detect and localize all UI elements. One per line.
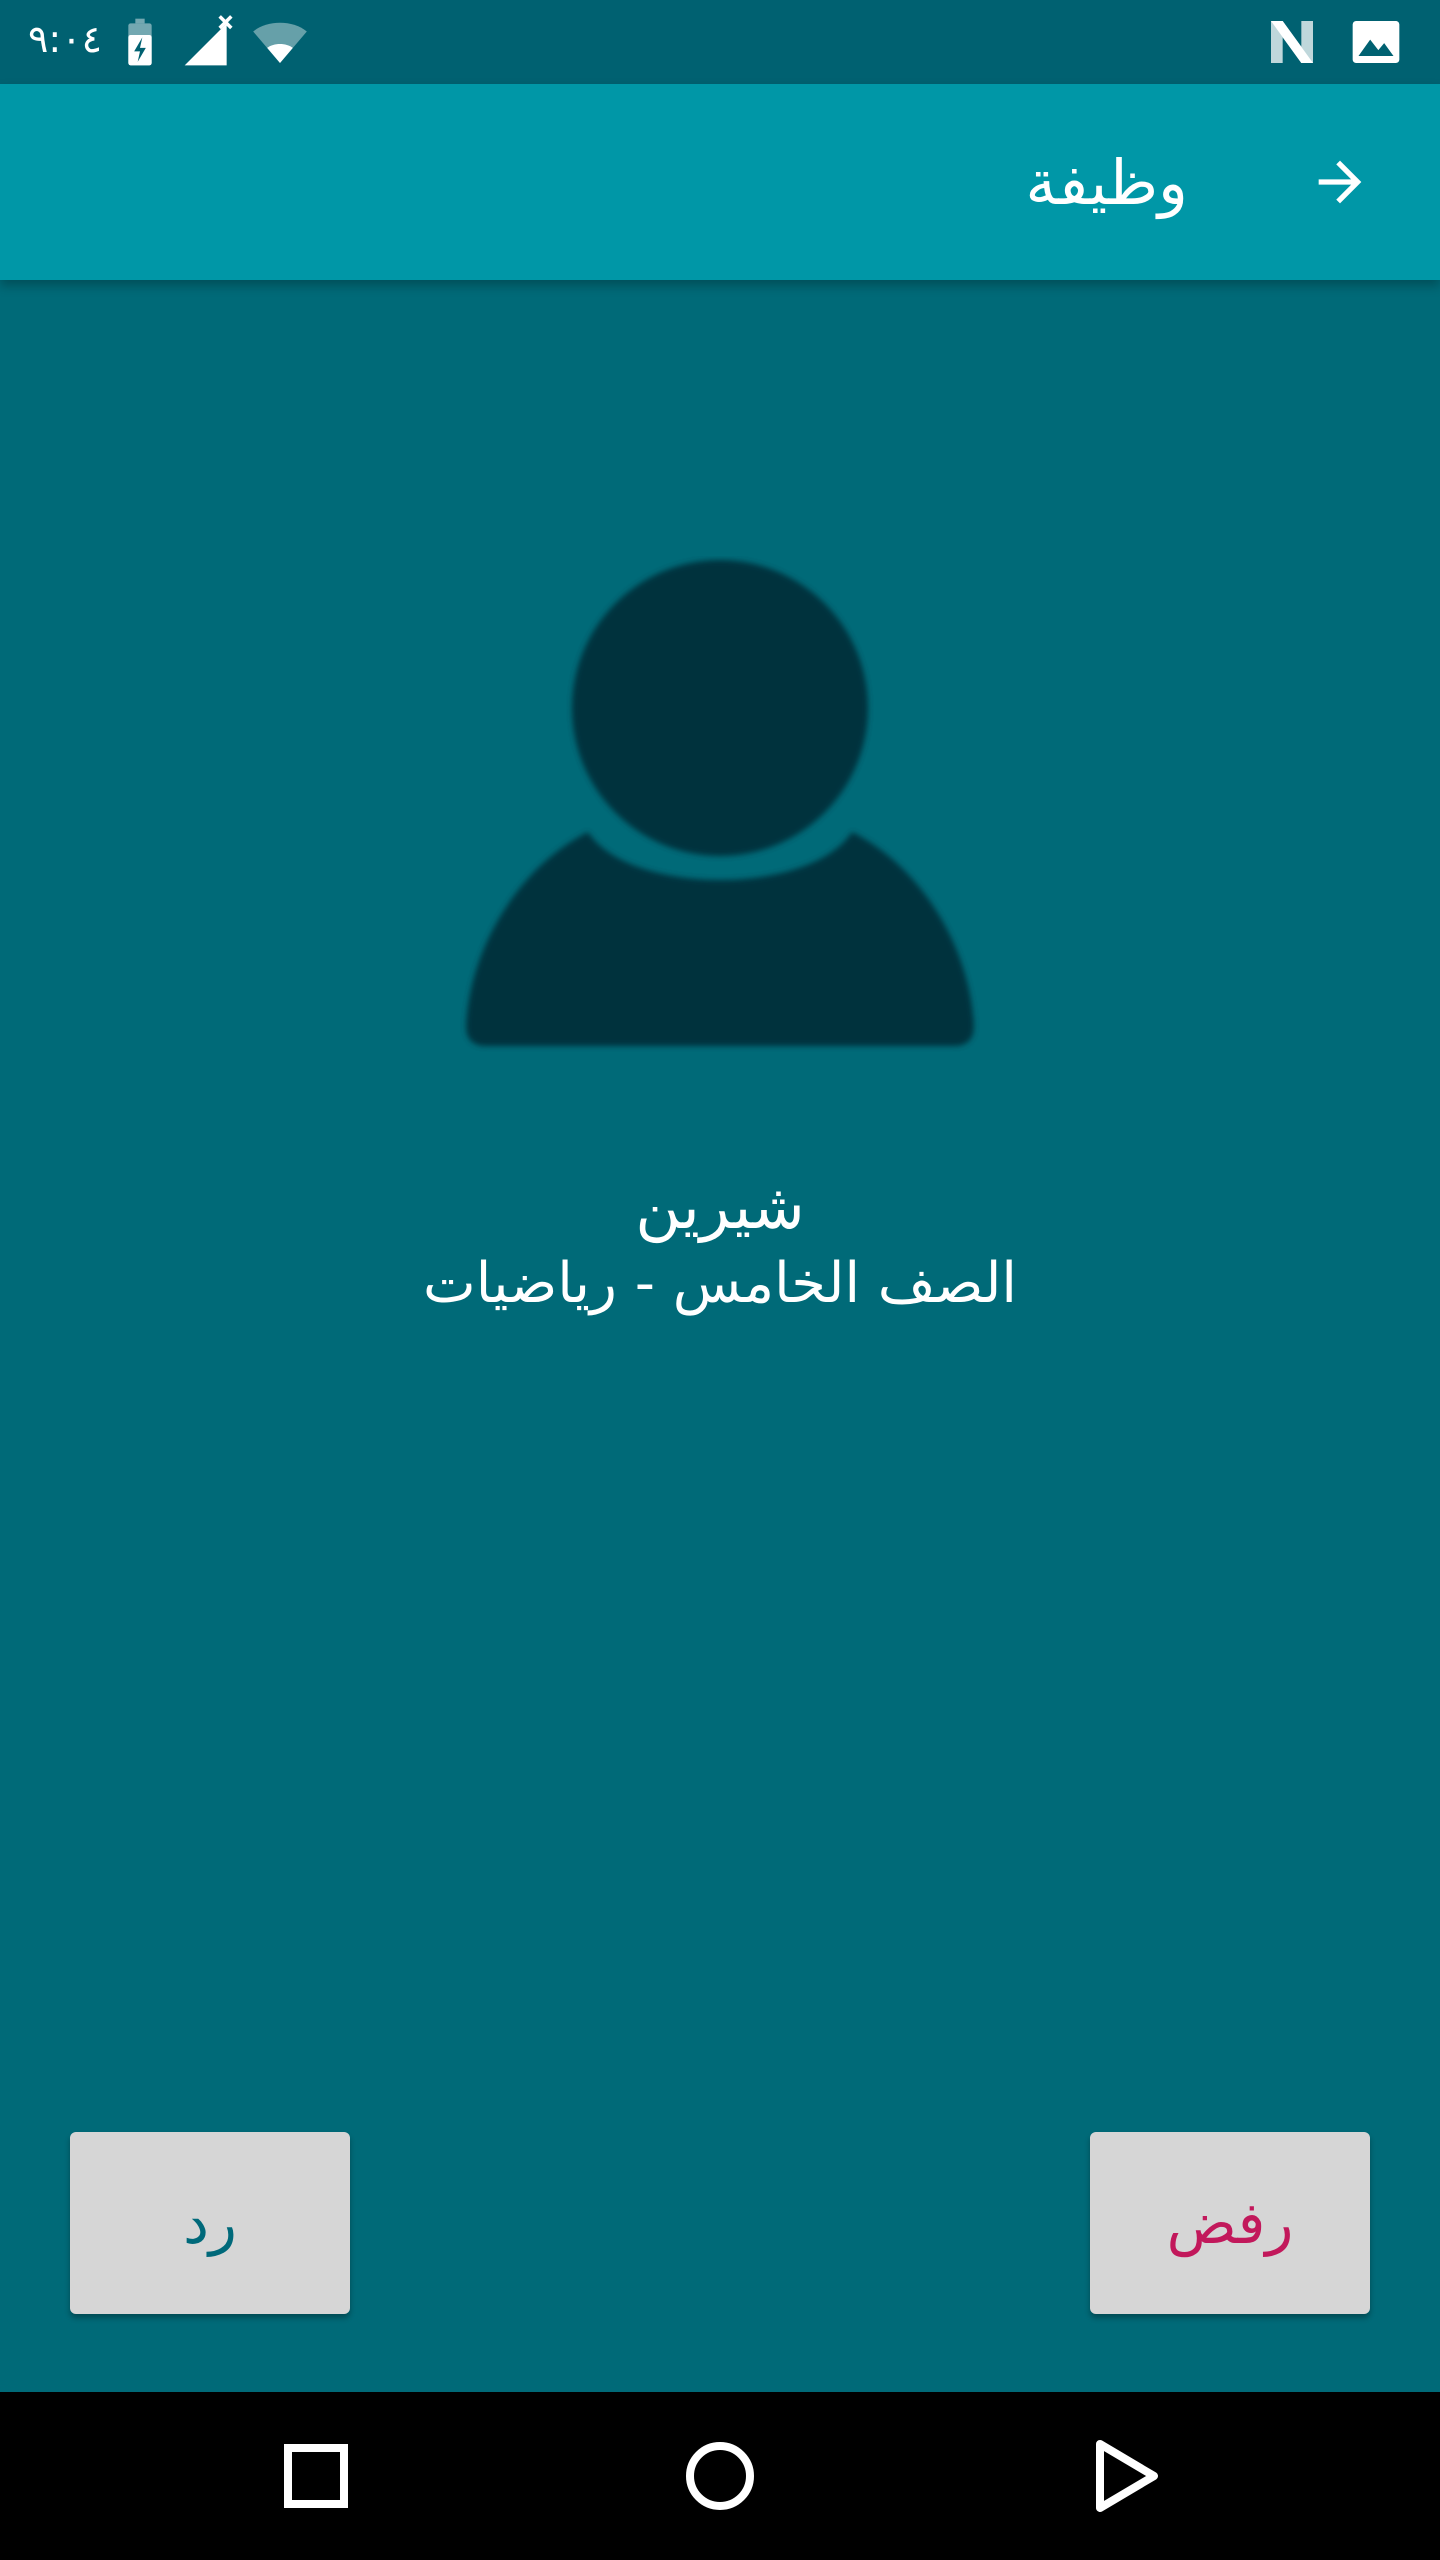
home-icon[interactable] <box>680 2436 760 2516</box>
signal-no-service-icon <box>184 15 233 66</box>
recent-apps-icon[interactable] <box>276 2436 356 2516</box>
n-notification-icon <box>1271 21 1313 63</box>
wifi-icon <box>253 22 307 63</box>
app-bar: وظيفة <box>0 84 1440 280</box>
reject-button[interactable]: رفض <box>1090 2132 1370 2314</box>
image-notification-icon <box>1352 21 1400 63</box>
status-bar: ٩:٠٤ <box>0 0 1440 84</box>
incoming-call-screen: ٩:٠٤ وظيفة شيرين الصف الخامس - رياضيات ر… <box>0 0 1440 2560</box>
person-placeholder-icon <box>466 560 974 1046</box>
navigation-bar <box>0 2392 1440 2560</box>
status-time: ٩:٠٤ <box>28 17 103 61</box>
page-title: وظيفة <box>1025 146 1188 219</box>
reply-button[interactable]: رد <box>70 2132 350 2314</box>
caller-subtitle: الصف الخامس - رياضيات <box>423 1251 1017 1316</box>
battery-charging-icon <box>128 18 152 66</box>
caller-name: شيرين <box>635 1170 805 1243</box>
arrow-right-icon[interactable] <box>1308 150 1372 214</box>
back-icon[interactable] <box>1084 2436 1164 2516</box>
